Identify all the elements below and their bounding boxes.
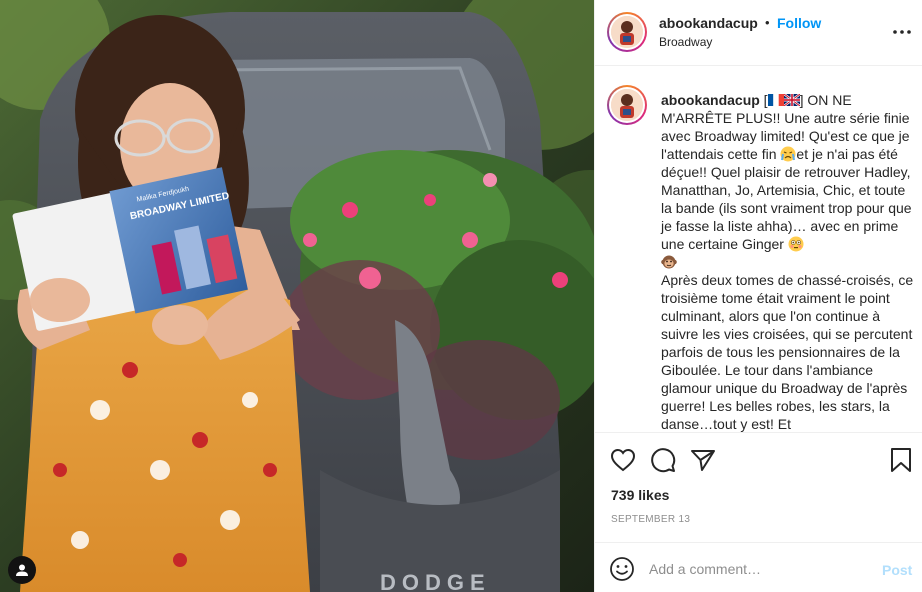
emoji-picker-button[interactable] — [609, 556, 635, 582]
post-location[interactable]: Broadway — [659, 35, 712, 49]
like-button[interactable] — [609, 446, 637, 474]
avatar-image — [611, 89, 643, 121]
smiley-icon — [610, 557, 634, 581]
comment-button[interactable] — [649, 446, 677, 474]
paper-plane-icon — [691, 450, 715, 471]
caption-text: abookandacup [] ON NE M'ARRÊTE PLUS!! Un… — [661, 92, 914, 432]
post-comment-button[interactable]: Post — [882, 562, 912, 578]
author-username[interactable]: abookandacup — [659, 15, 758, 31]
save-button[interactable] — [887, 446, 915, 474]
more-options-button[interactable] — [891, 21, 913, 43]
comment-icon — [651, 448, 676, 473]
caption-part-3: Après deux tomes de chassé-croisés, ce t… — [661, 272, 914, 432]
flushed-face-emoji-icon — [788, 236, 804, 252]
monkey-face-emoji-icon — [661, 255, 677, 269]
post-header: abookandacup • Follow Broadway — [595, 0, 922, 66]
add-comment-bar: Post — [595, 542, 922, 592]
heart-icon — [610, 448, 636, 472]
comment-input[interactable] — [649, 555, 869, 583]
france-flag-icon — [767, 94, 784, 106]
post-details-panel: abookandacup • Follow Broadway abookanda… — [594, 0, 922, 592]
bookmark-icon — [891, 448, 911, 472]
user-tag-button[interactable] — [8, 556, 36, 584]
post-photo-illustration: DODGE BROADWAY LIMITED Malika Ferdjoukh — [0, 0, 594, 592]
likes-count[interactable]: 739 likes — [611, 487, 669, 503]
more-horizontal-icon — [893, 30, 911, 34]
uk-flag-icon — [783, 94, 800, 106]
share-button[interactable] — [689, 446, 717, 474]
author-avatar[interactable] — [607, 12, 647, 52]
post-date[interactable]: SEPTEMBER 13 — [611, 514, 690, 525]
car-badge: DODGE — [380, 570, 491, 592]
action-bar — [595, 440, 922, 480]
caption-avatar[interactable] — [607, 85, 647, 125]
caption-section: abookandacup [] ON NE M'ARRÊTE PLUS!! Un… — [595, 67, 922, 433]
follow-button[interactable]: Follow — [777, 15, 821, 31]
user-tag-icon — [16, 564, 28, 576]
crying-face-emoji-icon — [780, 146, 796, 162]
post-photo[interactable]: DODGE BROADWAY LIMITED Malika Ferdjoukh — [0, 0, 594, 592]
separator-dot: • — [765, 15, 770, 30]
caption-username[interactable]: abookandacup — [661, 92, 760, 108]
avatar-image — [611, 16, 643, 48]
